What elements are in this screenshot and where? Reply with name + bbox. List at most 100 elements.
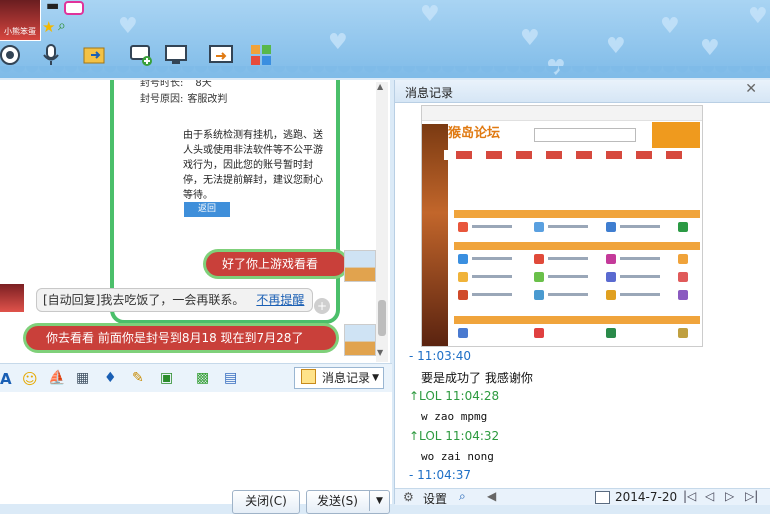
emoji-icon[interactable]: ☺ xyxy=(22,370,38,388)
heart-decoration: ♥ xyxy=(520,26,540,51)
screenshot-searchbox xyxy=(534,128,636,142)
screenshot-icon xyxy=(534,328,544,338)
screenshot-icon xyxy=(678,222,688,232)
screenshot-text-line xyxy=(620,275,660,278)
history-title: 消息记录 xyxy=(405,86,454,100)
screenshot-text-line xyxy=(472,275,512,278)
input-toolbar: A ☺ ⛵ ▦ ♦ ✎ ▣ ▩ ▤ 消息记录 ▼ xyxy=(0,363,392,392)
speaker-icon[interactable]: ◀ xyxy=(487,489,496,503)
screenshot-icon xyxy=(606,222,616,232)
screenshot-icon xyxy=(534,290,544,300)
history-date[interactable]: 2014-7-20 xyxy=(615,490,677,504)
gift-icon[interactable]: ▩ xyxy=(196,370,212,386)
screenshot-text-line xyxy=(548,275,588,278)
send-button[interactable]: 发送(S) ▼ xyxy=(306,490,390,514)
screenshot-icon xyxy=(606,290,616,300)
history-button-label: 消息记录 xyxy=(322,371,371,385)
screenshot-nav-item xyxy=(636,151,652,159)
screenshot-nav-item xyxy=(546,151,562,159)
history-entry-header: - 11:04:37 xyxy=(409,468,472,482)
screenshot-text-line xyxy=(472,293,512,296)
image-icon[interactable]: ▣ xyxy=(160,370,176,386)
calendar-icon[interactable] xyxy=(595,491,610,504)
screenshot-text-line xyxy=(548,257,588,260)
screenshot-section-bar xyxy=(454,316,700,324)
heart-decoration: ♥ xyxy=(660,14,680,39)
search-icon[interactable]: ⌕ xyxy=(459,489,466,504)
screenshot-icon xyxy=(678,328,688,338)
minus-icon[interactable]: ▬ xyxy=(46,0,59,14)
ban-description: 由于系统检测有挂机，逃跑、送人头或使用非法软件等不公平游戏行为，因此您的账号暂时… xyxy=(183,130,323,201)
screenshot-icon xyxy=(534,254,544,264)
screenshot-text-line xyxy=(620,293,660,296)
self-avatar[interactable] xyxy=(344,250,376,282)
history-entry-text: wo zai nong xyxy=(421,450,494,463)
screenshot-icon xyxy=(458,254,468,264)
contact-avatar-small[interactable] xyxy=(0,284,24,312)
message-input[interactable] xyxy=(0,392,392,504)
scroll-down-icon[interactable]: ▼ xyxy=(377,348,383,357)
screenshot-text-line xyxy=(548,225,588,228)
close-icon[interactable]: ✕ xyxy=(745,81,757,97)
close-button[interactable]: 关闭(C) xyxy=(232,490,300,514)
screenshot-icon xyxy=(606,328,616,338)
screenshot-text-line xyxy=(472,225,512,228)
history-entry-header: - 11:03:40 xyxy=(409,349,472,363)
ban-reason-label: 封号原因: xyxy=(140,94,184,105)
previous-page-icon[interactable]: ◁ xyxy=(705,489,714,503)
next-page-icon[interactable]: ▷ xyxy=(725,489,734,503)
ban-reason-value: 客服改判 xyxy=(187,94,228,105)
qzone-badge-icon[interactable] xyxy=(64,1,84,15)
close-button-label: 关闭(C) xyxy=(245,494,287,508)
screenshot-icon[interactable]: ▤ xyxy=(224,370,240,386)
shared-screenshot-image[interactable]: 猴岛论坛 xyxy=(421,105,703,347)
font-icon[interactable]: A xyxy=(0,370,16,388)
voice-message-icon[interactable]: ♦ xyxy=(104,370,120,386)
screenshot-nav-item xyxy=(576,151,592,159)
edit-icon[interactable]: ✎ xyxy=(132,370,148,386)
shake-icon[interactable]: ⛵ xyxy=(48,370,65,386)
scroll-thumb[interactable] xyxy=(378,300,386,336)
contact-avatar[interactable]: 小熊笨蛋 xyxy=(0,0,41,41)
no-remind-link[interactable]: 不再提醒 xyxy=(256,293,304,307)
zoom-icon[interactable]: + xyxy=(314,298,330,314)
screenshot-topbar xyxy=(422,106,702,121)
message-history-button[interactable]: 消息记录 ▼ xyxy=(294,367,384,389)
first-page-icon[interactable]: |◁ xyxy=(683,489,696,503)
heart-decoration: ♥ xyxy=(700,36,720,61)
history-entry-text: w zao mpmg xyxy=(421,410,488,423)
chat-message-area: 封号时长: 8天 封号原因: 客服改判 由于系统检测有挂机，逃跑、送人头或使用非法软… xyxy=(0,80,390,363)
history-panel: 消息记录 ✕ 猴岛论坛 - 11:03:40 要是成功了 我感谢你 ↑LOL 1… xyxy=(394,80,770,507)
video-message-icon[interactable]: ▦ xyxy=(76,370,92,386)
screenshot-nav-item xyxy=(666,151,682,159)
screenshot-text-line xyxy=(548,293,588,296)
screenshot-nav xyxy=(444,150,702,160)
star-icon[interactable]: ★ xyxy=(42,18,55,36)
heart-decoration: ♥ xyxy=(118,14,138,39)
avatar-caption: 小熊笨蛋 xyxy=(4,27,36,36)
chevron-down-icon[interactable]: ▼ xyxy=(369,491,383,511)
screenshot-section-bar xyxy=(454,210,700,218)
gear-icon[interactable]: ⚙ xyxy=(403,490,414,504)
history-list: 猴岛论坛 - 11:03:40 要是成功了 我感谢你 ↑LOL 11:04:28… xyxy=(395,103,770,488)
screenshot-icon xyxy=(458,328,468,338)
history-header: 消息记录 ✕ xyxy=(395,80,770,103)
screenshot-icon xyxy=(458,222,468,232)
chat-scrollbar[interactable]: ▲ ▼ xyxy=(376,82,388,362)
back-button[interactable]: 返回 xyxy=(184,202,230,217)
screenshot-icon xyxy=(678,290,688,300)
screenshot-nav-item xyxy=(606,151,622,159)
scroll-up-icon[interactable]: ▲ xyxy=(377,82,383,91)
search-icon[interactable]: ⌕ xyxy=(58,18,66,34)
heart-decoration: ♥ xyxy=(328,30,348,55)
history-icon xyxy=(301,369,316,384)
history-footer: ⚙ 设置 ⌕ ◀ 2014-7-20 |◁ ◁ ▷ ▷| xyxy=(395,488,770,507)
heart-decoration: ♥ xyxy=(420,2,440,27)
settings-button[interactable]: 设置 xyxy=(423,490,447,507)
screenshot-nav-item xyxy=(516,151,532,159)
screenshot-icon xyxy=(458,272,468,282)
last-page-icon[interactable]: ▷| xyxy=(745,489,758,503)
self-avatar[interactable] xyxy=(344,324,376,356)
screenshot-icon xyxy=(534,272,544,282)
screenshot-nav-item xyxy=(456,151,472,159)
